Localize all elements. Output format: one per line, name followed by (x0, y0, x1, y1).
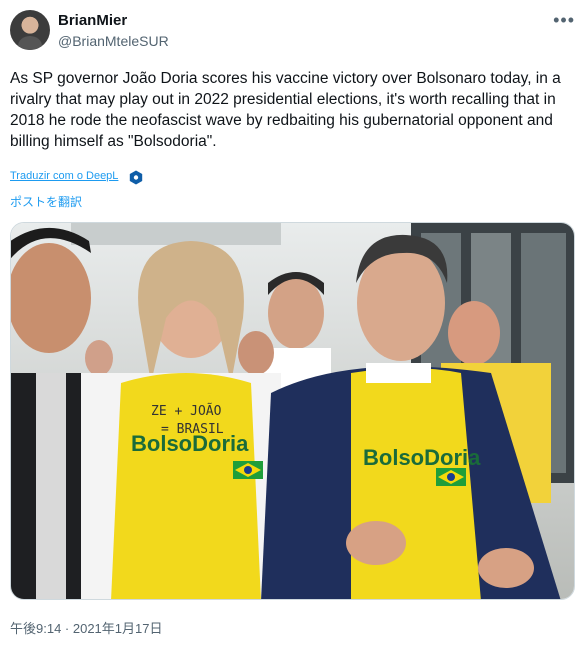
author-handle[interactable]: @BrianMteleSUR (58, 33, 169, 49)
more-icon[interactable]: ••• (553, 10, 575, 31)
brazil-flag-left (233, 461, 263, 479)
tweet-text: As SP governor João Doria scores his vac… (10, 70, 561, 150)
shirt-text-right: BolsoDoria (363, 445, 481, 470)
translate-deepl-link[interactable]: Traduzir com o DeepL (10, 170, 118, 182)
tweet-photo[interactable]: BolsoDoria BolsoDoria ZE + JOÃO = BRASIL (10, 222, 575, 600)
translate-post-link[interactable]: ポストを翻訳 (10, 193, 82, 210)
handwriting-mid: = BRASIL (161, 422, 224, 437)
handwriting-top: ZE + JOÃO (151, 403, 222, 419)
photo-scene: BolsoDoria BolsoDoria ZE + JOÃO = BRASIL (11, 223, 574, 599)
brazil-flag-right (436, 468, 466, 486)
tweet-timestamp[interactable]: 午後9:14 · 2021年1月17日 (10, 618, 162, 637)
tweet-header: BrianMier @BrianMteleSUR ••• (10, 10, 575, 52)
author-display-name[interactable]: BrianMier (58, 12, 127, 29)
deepl-icon (129, 170, 143, 185)
avatar[interactable] (10, 10, 50, 50)
